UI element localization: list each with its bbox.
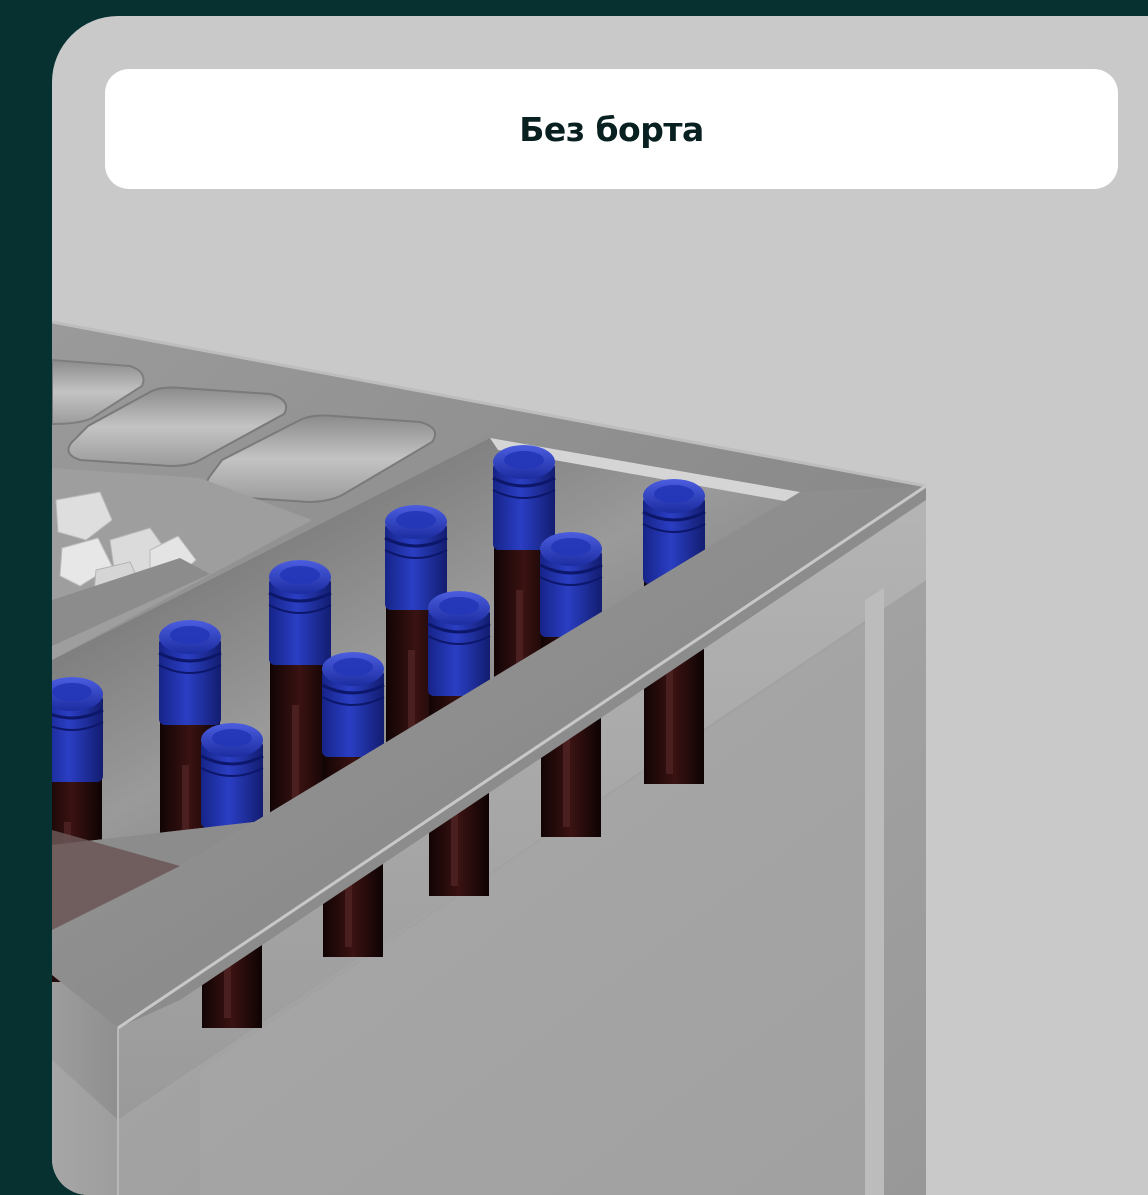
option-label-panel: Без борта [105,69,1118,189]
product-card: Без борта [52,16,1148,1195]
option-label-text: Без борта [519,109,704,149]
bar-station-illustration [52,320,927,1195]
